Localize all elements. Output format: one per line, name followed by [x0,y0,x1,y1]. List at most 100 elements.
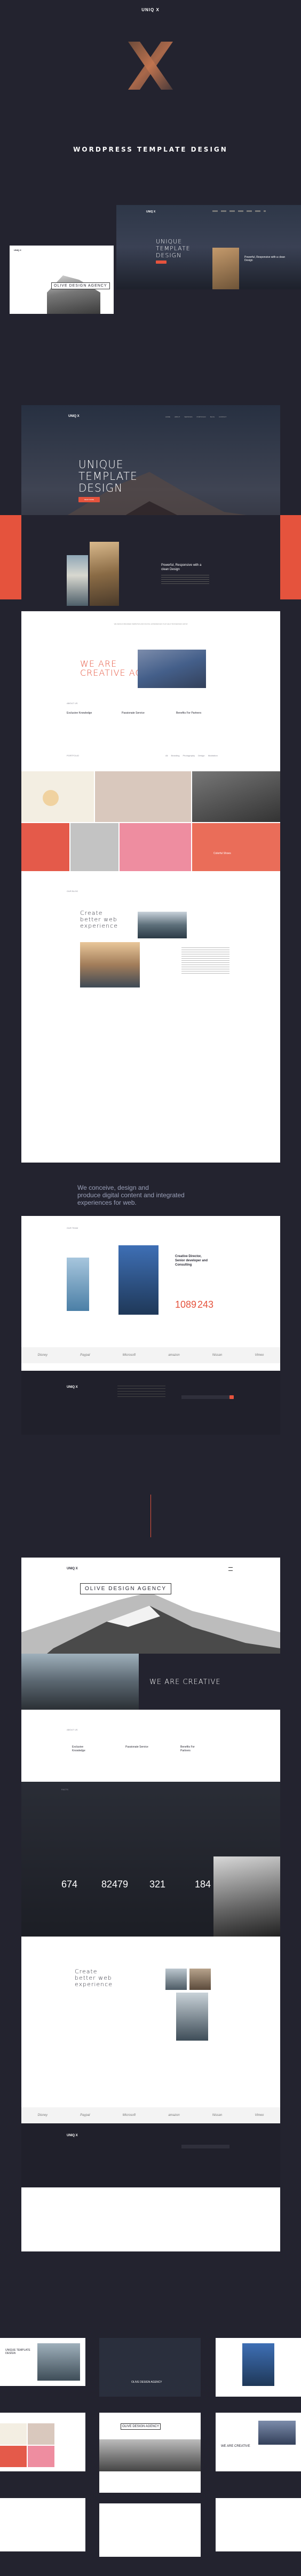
page2-client-nissan: Nissan [212,2114,223,2117]
stat-4: 184 [195,1879,211,1890]
page1-strip-text: WE DESIGN BRANDED WEBSITES AND DIGITAL E… [114,623,188,625]
page1-footer: UNIQ X [21,1371,280,1435]
page1-clients: Disney Paypal Microsoft amazon Nissan Vimeo [21,1347,280,1363]
top-tagline: WORDPRESS TEMPLATE DESIGN [73,146,228,153]
preview-photo-rock [212,248,239,289]
footer-subscribe-button[interactable] [229,1395,234,1399]
page1-blog-label: OUR BLOG [67,890,78,892]
page2-footer-logo: UNIQ X [67,2134,78,2137]
page2-client-disney: Disney [37,2114,47,2117]
portfolio-tile-7[interactable]: Colorful Shoes [192,823,280,871]
page2-footer: UNIQ X [21,2123,280,2187]
page2-photo-1 [165,1969,187,1990]
preview-hero-button[interactable] [156,260,167,264]
nav-portfolio[interactable]: PORTFOLIO [196,416,205,418]
page2-client-vimeo: Vimeo [255,2114,264,2117]
page1-logo: UNIQ X [68,415,80,418]
page1-feature-row: Powerful, Responsive with a clean Design [21,515,280,611]
client-amazon: amazon [168,1354,180,1357]
facts-label: FACTS [61,1788,68,1791]
thumb-4[interactable] [0,2413,85,2471]
thumb-1-photo [37,2343,80,2381]
nav-home[interactable]: HOME [165,416,170,418]
footer-links [117,1386,165,1398]
filter-branding[interactable]: Branding [171,754,179,757]
photo-person [118,1245,159,1315]
team-title: Creative Director, Senior developer and Co… [175,1255,208,1267]
page1-hero-button[interactable]: READ MORE [78,497,100,502]
photo-coast [67,555,88,606]
page1-feature-title: Powerful, Responsive with a clean Design [161,564,202,571]
page1-feature-text [161,575,209,586]
thumb-5-title: OLIVE DESIGN AGENCY [121,2423,161,2430]
portfolio-tile-title: Colorful Shoes [213,852,231,855]
page1-footer-logo: UNIQ X [67,1386,78,1389]
page1-white-body: WE DESIGN BRANDED WEBSITES AND DIGITAL E… [21,611,280,1188]
page1-team: OUR TEAM Creative Director, Senior develo… [21,1216,280,1371]
x-logo-graphic [128,42,173,90]
portfolio-tile-5[interactable] [70,823,118,871]
preview-nav [212,210,266,212]
thumb-2[interactable]: OLIVE DESIGN AGENCY [99,2338,201,2397]
page2-menu-icon[interactable] [228,1567,233,1571]
page2-client-amazon: amazon [168,2114,180,2117]
nav-contact[interactable]: CONTACT [219,416,226,418]
thumb-6-title: WE ARE CREATIVE [221,2445,250,2448]
page2-service-2: Passionate Service [125,1745,148,1749]
photo-rocks [21,1654,139,1710]
thumb-3[interactable] [216,2338,301,2397]
portfolio-tile-1[interactable] [21,771,94,822]
thumb-8[interactable] [99,2503,201,2557]
photo-cliff [90,542,119,606]
portfolio-tile-4[interactable] [21,823,69,871]
thumb-1[interactable]: UNIQUE TEMPLATE DESIGN [0,2338,85,2386]
page2-clients: Disney Paypal Microsoft amazon Nissan Vimeo [21,2107,280,2123]
thumb-9[interactable] [216,2498,301,2551]
page2-logo: UNIQ X [67,1567,78,1570]
service-3-title: Benefits For Partners [176,712,202,715]
nav-services[interactable]: SERVICES [184,416,192,418]
filter-illustration[interactable]: Illustration [208,754,218,757]
top-logo: UNIQ X [141,7,160,12]
filter-design[interactable]: Design [198,754,204,757]
page2-client-microsoft: Microsoft [122,2114,136,2117]
page2-service-3: Benefits For Partners [180,1745,195,1752]
filter-all[interactable]: All [165,754,168,757]
photo-snowy-peak [213,1856,280,1937]
stat-1: 674 [61,1879,78,1890]
thumb-5[interactable]: OLIVE DESIGN AGENCY [99,2413,201,2493]
page2-photo-3 [176,1993,208,2041]
page1-portfolio-label: PORTFOLIO [67,754,80,757]
page2-footer-input[interactable] [181,2145,229,2148]
divider-line [150,1495,151,1537]
portfolio-tile-2[interactable] [95,771,191,822]
preview-card-title: OLIVE DESIGN AGENCY [51,282,110,289]
page1-blog-text [181,947,229,974]
nav-about[interactable]: ABOUT [175,416,180,418]
filter-photography[interactable]: Photography [183,754,195,757]
preview-hero-title: UNIQUE TEMPLATE DESIGN [156,238,191,259]
page1-conceive-band: We conceive, design and produce digital c… [21,1163,280,1216]
client-microsoft: Microsoft [122,1354,136,1357]
thumb-2-title: OLIVE DESIGN AGENCY [131,2381,162,2384]
page1-conceive-text: We conceive, design and produce digital c… [77,1184,185,1206]
photo-sea [67,1258,89,1311]
footer-subscribe-input[interactable] [181,1395,229,1399]
portfolio-tile-3[interactable] [192,771,280,822]
team-stat-1: 1089 [175,1299,197,1310]
preview-card-logo: UNIQ X [14,249,21,251]
page1-nav: HOME ABOUT SERVICES PORTFOLIO BLOG CONTACT [165,416,226,418]
preview-side-title: Powerful, Responsive with a clean Design [244,256,286,262]
page2-create-title: Create better web experience [75,1968,113,1988]
page1-hero-title: UNIQUE TEMPLATE DESIGN [78,458,138,494]
thumb-6[interactable]: WE ARE CREATIVE [216,2413,301,2471]
portfolio-filters: All Branding Photography Design Illustration [165,754,218,757]
photo-team [138,650,206,688]
preview-white-card: UNIQ X OLIVE DESIGN AGENCY [10,246,114,314]
thumb-7[interactable] [0,2498,85,2551]
preview-logo: UNIQ X [146,210,156,214]
nav-blog[interactable]: BLOG [210,416,215,418]
portfolio-tile-6[interactable] [120,823,191,871]
stat-3: 321 [149,1879,166,1890]
page1-services-label: ABOUT US [67,702,78,705]
